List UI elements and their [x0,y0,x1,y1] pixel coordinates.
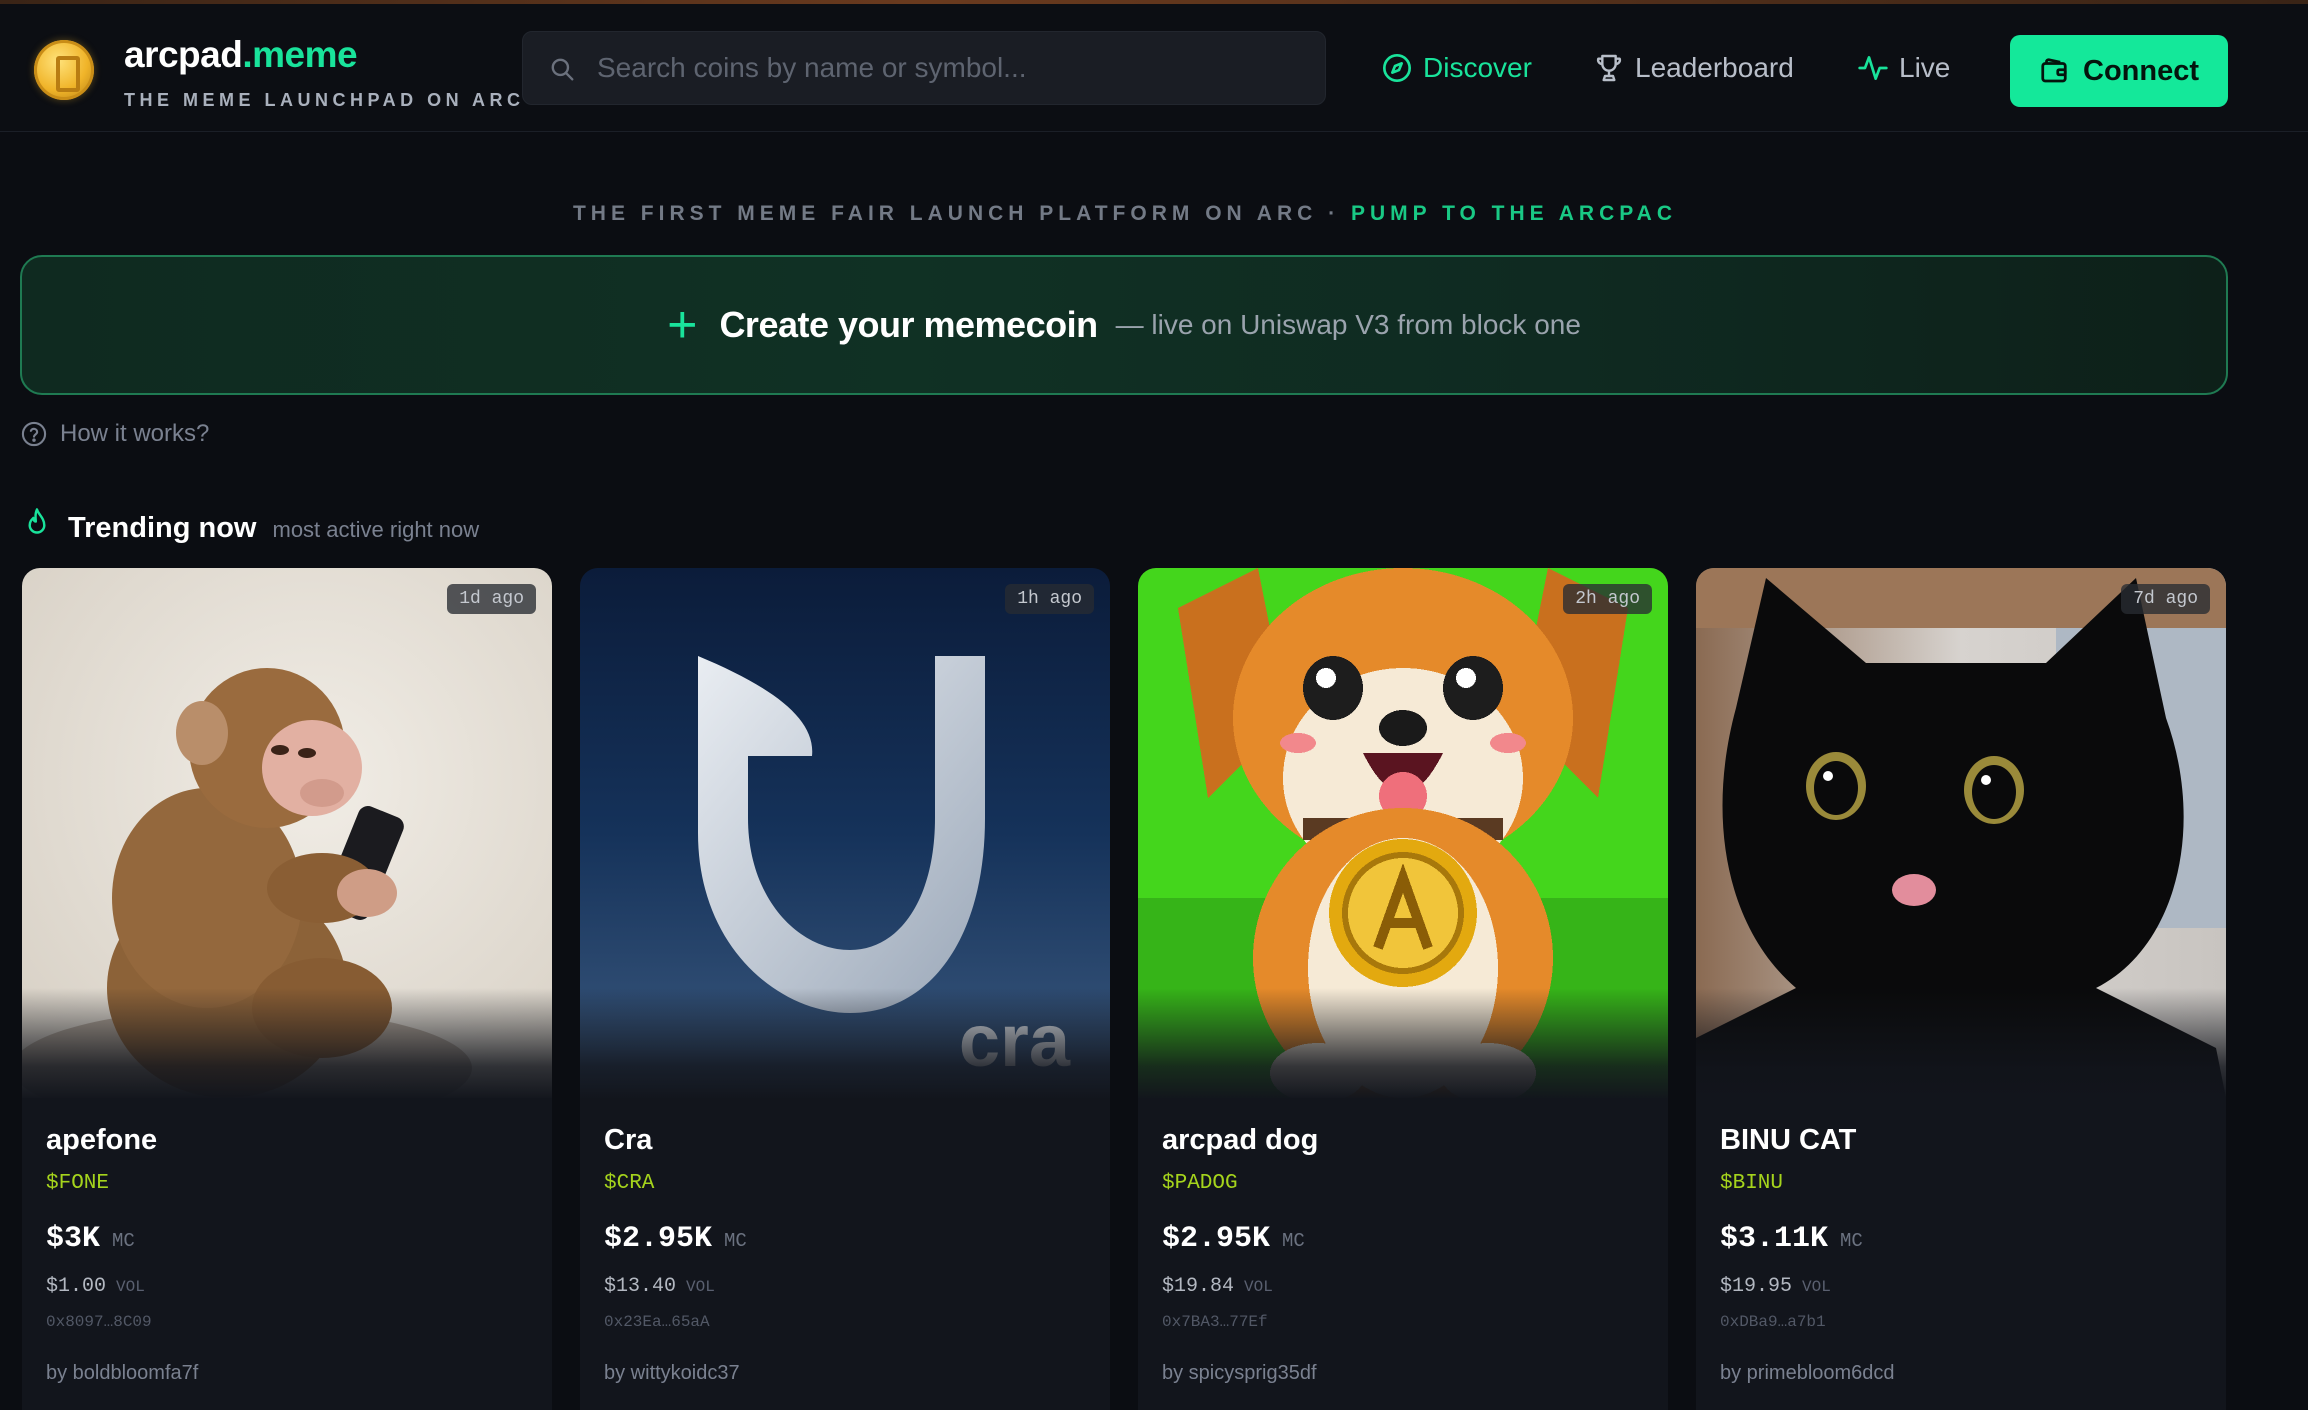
top-header: arcpad.meme THE MEME LAUNCHPAD ON ARC Di… [0,4,2308,132]
nav-live-label: Live [1899,52,1951,83]
coin-symbol: $BINU [1720,1172,1784,1195]
market-cap-value: $3K [46,1222,101,1256]
nav-live[interactable]: Live [1857,48,1950,88]
age-badge: 1h ago [1005,584,1094,614]
coin-card[interactable]: cra 1h ago Cra $CRA $2.95KMC $13.40VOL 0… [580,568,1110,1410]
nav-discover[interactable]: Discover [1381,48,1532,88]
nav-leaderboard-label: Leaderboard [1635,52,1794,83]
search-box[interactable] [522,31,1326,105]
contract-address: 0x8097…8C09 [46,1313,152,1331]
contract-address: 0xDBa9…a7b1 [1720,1313,1826,1331]
trophy-icon [1596,54,1622,82]
image-fade [1138,988,1668,1100]
search-icon [551,58,574,81]
wallet-icon [2041,58,2067,83]
creator: by primebloom6dcd [1720,1362,1895,1384]
activity-icon [1858,56,1888,80]
nav-leaderboard[interactable]: Leaderboard [1593,48,1794,88]
market-cap: $3.11K MC [1720,1222,1863,1256]
coin-name: apefone [46,1124,158,1156]
contract-address: 0x23Ea…65aA [604,1313,710,1331]
volume-value: $13.40 [604,1275,677,1298]
search-input[interactable] [597,32,1297,104]
trending-subtitle: most active right now [272,517,480,542]
volume-label: VOL [116,1278,145,1296]
image-fade [580,988,1110,1100]
creator: by boldbloomfa7f [46,1362,199,1384]
coin-name: arcpad dog [1162,1124,1319,1156]
image-fade [1696,988,2226,1100]
create-subtitle: — live on Uniswap V3 from block one [1115,309,1581,340]
volume: $1.00 VOL [46,1275,145,1298]
age-badge: 1d ago [447,584,536,614]
plus-icon: + [667,296,698,354]
volume-value: $19.95 [1720,1275,1793,1298]
connect-label: Connect [2083,54,2199,87]
volume-value: $1.00 [46,1275,107,1298]
coin-name: Cra [604,1124,653,1156]
volume-label: VOL [1802,1278,1831,1296]
market-cap-label: MC [112,1230,135,1252]
age-badge: 7d ago [2121,584,2210,614]
brand-name[interactable]: arcpad.meme [124,34,358,76]
create-title: Create your memecoin [719,304,1098,345]
coin-card[interactable]: 2h ago arcpad dog $PADOG $2.95K MC $19.84… [1138,568,1668,1410]
coin-symbol: $PADOG [1162,1172,1238,1195]
contract-address: 0x7BA3…77Ef [1162,1313,1268,1331]
trending-title: Trending now [68,512,257,544]
connect-wallet-button[interactable]: Connect [2010,35,2228,107]
market-cap-value: $2.95K [1162,1222,1271,1256]
create-memecoin-banner[interactable]: + Create your memecoin — live on Uniswap… [20,255,2228,395]
brand-accent: .meme [242,34,358,75]
market-cap: $3K MC [46,1222,135,1256]
subtag-accent: PUMP TO THE ARCPAC [1350,202,1678,225]
volume-label: VOL [686,1278,715,1296]
volume: $19.95 VOL [1720,1275,1831,1298]
volume-value: $19.84 [1162,1275,1235,1298]
compass-icon [1383,54,1411,82]
market-cap-label: MC [724,1230,747,1252]
brand-tagline: THE MEME LAUNCHPAD ON ARC [124,90,525,110]
coin-logo-icon[interactable] [34,40,94,100]
coin-card[interactable]: 1d ago apefone $FONE $3K MC $1.00 VOL 0x80… [22,568,552,1410]
image-fade [22,988,552,1100]
trending-header: Trending now most active right now [22,503,479,545]
volume: $13.40 VOL [604,1275,715,1298]
coin-name: BINU CAT [1720,1124,1857,1156]
market-cap-label: MC [1840,1230,1863,1252]
age-badge: 2h ago [1563,584,1652,614]
coin-symbol: $CRA [604,1172,655,1195]
nav-discover-label: Discover [1423,52,1532,83]
volume: $19.84 VOL [1162,1275,1273,1298]
how-it-works-link[interactable]: How it works? [20,420,209,448]
market-cap-label: MC [1282,1230,1305,1252]
volume-label: VOL [1244,1278,1273,1296]
creator: by wittykoidc37 [604,1362,740,1384]
brand-main: arcpad [124,34,243,75]
how-it-works-label: How it works? [60,420,210,447]
market-cap-value: $3.11K [1720,1222,1829,1256]
help-circle-icon [21,421,47,447]
coin-card[interactable]: 7d ago BINU CAT $BINU $3.11K MC $19.95 VOL… [1696,568,2226,1410]
subtag-main: THE FIRST MEME FAIR LAUNCH PLATFORM ON A… [572,202,1351,225]
market-cap: $2.95K MC [604,1222,747,1256]
flame-icon [28,508,46,534]
platform-subtag: THE FIRST MEME FAIR LAUNCH PLATFORM ON A… [0,202,2250,226]
market-cap-value: $2.95K [604,1222,713,1256]
market-cap: $2.95K MC [1162,1222,1305,1256]
coin-symbol: $FONE [46,1172,110,1195]
creator: by spicysprig35df [1162,1362,1317,1384]
